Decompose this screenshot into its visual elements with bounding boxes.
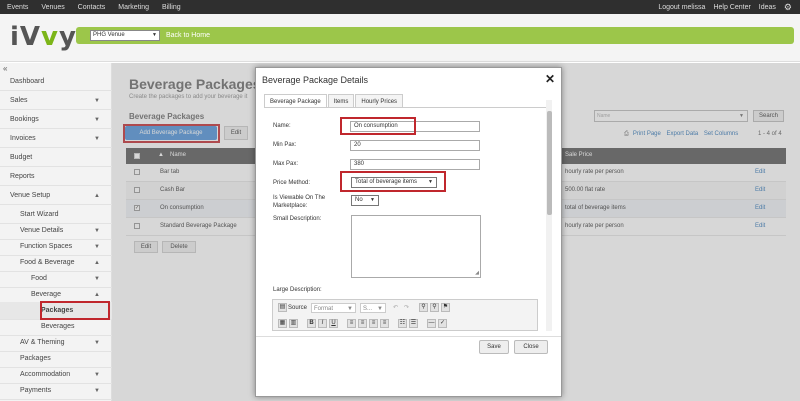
rich-text-editor-toolbar: ▤ Source Format ▼ S... ▼ ↶ ↷ ⚲ ⚲ ⚑ ▦ ▥ B I… <box>272 299 538 331</box>
size-select[interactable]: S... ▼ <box>360 303 386 313</box>
modal-scrollbar-thumb[interactable] <box>547 111 552 215</box>
image-icon[interactable]: ▦ <box>278 319 287 328</box>
nav-venues[interactable]: Venues <box>41 4 64 11</box>
sidebar-item-venue-setup[interactable]: Venue Setup ▲ <box>0 187 112 205</box>
venue-select[interactable]: PHG Venue ▼ <box>90 30 160 41</box>
sidebar-item-budget[interactable]: Budget <box>0 149 112 167</box>
horizontal-rule-icon[interactable]: — <box>427 319 436 328</box>
sidebar-item-reports[interactable]: Reports <box>0 168 112 186</box>
highlight-name <box>340 117 416 135</box>
modal-title: Beverage Package Details <box>262 75 369 85</box>
gear-icon[interactable]: ⚙ <box>784 2 792 13</box>
ivvy-logo: iVvy <box>10 22 77 52</box>
redo-icon[interactable]: ↷ <box>404 303 409 313</box>
chevron-down-icon: ▼ <box>94 98 100 104</box>
modal-footer-divider <box>256 336 561 337</box>
align-left-icon[interactable]: ≡ <box>347 319 356 328</box>
modal-tabs: Beverage Package Items Hourly Prices <box>264 94 404 108</box>
name-label: Name: <box>273 123 291 129</box>
close-button[interactable]: Close <box>514 340 548 354</box>
caret-down-icon: ▼ <box>370 197 375 203</box>
align-center-icon[interactable]: ≡ <box>358 319 367 328</box>
replace-icon[interactable]: ⚲ <box>430 303 439 312</box>
caret-down-icon: ▼ <box>152 32 157 38</box>
chevron-up-icon: ▲ <box>94 193 100 199</box>
sidebar-item-payments[interactable]: Payments ▼ <box>0 382 112 400</box>
price-method-label: Price Method: <box>273 180 311 186</box>
viewable-label-line1: Is Viewable On The <box>273 195 326 201</box>
bold-icon[interactable]: B <box>307 319 316 328</box>
ideas-link[interactable]: Ideas <box>759 4 776 11</box>
top-nav-bar: Events Venues Contacts Marketing Billing… <box>0 0 800 14</box>
min-pax-input[interactable]: 20 <box>350 140 480 151</box>
chevron-down-icon: ▼ <box>94 136 100 142</box>
bulleted-list-icon[interactable]: ☰ <box>409 319 418 328</box>
small-description-textarea[interactable]: ◢ <box>351 215 481 278</box>
tab-items[interactable]: Items <box>327 94 355 108</box>
flag-icon[interactable]: ⚑ <box>441 303 450 312</box>
min-pax-label: Min Pax: <box>273 142 297 148</box>
source-button[interactable]: Source <box>288 303 307 313</box>
nav-contacts[interactable]: Contacts <box>78 4 106 11</box>
beverage-package-modal: Beverage Package Details ✕ Beverage Pack… <box>255 67 562 397</box>
viewable-select[interactable]: No ▼ <box>351 195 379 206</box>
format-select[interactable]: Format ▼ <box>311 303 356 313</box>
table-icon[interactable]: ▥ <box>289 319 298 328</box>
highlight-packages <box>40 301 110 320</box>
source-icon[interactable]: ▤ <box>278 303 287 312</box>
nav-billing[interactable]: Billing <box>162 4 181 11</box>
sidebar-item-sales[interactable]: Sales ▼ <box>0 92 112 110</box>
highlight-price-method <box>340 171 446 192</box>
back-to-home-link[interactable]: Back to Home <box>166 32 210 39</box>
align-right-icon[interactable]: ≡ <box>369 319 378 328</box>
max-pax-label: Max Pax: <box>273 161 299 167</box>
chevron-down-icon: ▼ <box>94 388 100 394</box>
find-icon[interactable]: ⚲ <box>419 303 428 312</box>
small-description-label: Small Description: <box>273 216 322 222</box>
close-icon[interactable]: ✕ <box>545 72 555 86</box>
chevron-down-icon: ▼ <box>94 117 100 123</box>
undo-icon[interactable]: ↶ <box>393 303 398 313</box>
sidebar-item-dashboard[interactable]: Dashboard <box>0 73 112 91</box>
collapse-sidebar-icon[interactable]: « <box>3 64 7 73</box>
caret-down-icon: ▼ <box>377 306 383 312</box>
caret-down-icon: ▼ <box>347 306 353 312</box>
tab-beverage-package[interactable]: Beverage Package <box>264 94 327 108</box>
tab-divider <box>264 107 546 108</box>
italic-icon[interactable]: I <box>318 319 327 328</box>
spellcheck-icon[interactable]: ✓ <box>438 319 447 328</box>
viewable-label-line2: Marketplace: <box>273 203 308 209</box>
sidebar-item-bookings[interactable]: Bookings ▼ <box>0 111 112 129</box>
max-pax-input[interactable]: 380 <box>350 159 480 170</box>
large-description-label: Large Description: <box>273 287 322 293</box>
help-center-link[interactable]: Help Center <box>713 4 750 11</box>
save-button[interactable]: Save <box>479 340 509 354</box>
underline-icon[interactable]: U <box>329 319 338 328</box>
nav-marketing[interactable]: Marketing <box>118 4 149 11</box>
nav-events[interactable]: Events <box>7 4 28 11</box>
numbered-list-icon[interactable]: ☷ <box>398 319 407 328</box>
resize-handle-icon[interactable]: ◢ <box>475 270 479 276</box>
logout-link[interactable]: Logout melissa <box>658 4 705 11</box>
tab-hourly-prices[interactable]: Hourly Prices <box>355 94 404 108</box>
align-justify-icon[interactable]: ≡ <box>380 319 389 328</box>
sidebar-item-invoices[interactable]: Invoices ▼ <box>0 130 112 148</box>
